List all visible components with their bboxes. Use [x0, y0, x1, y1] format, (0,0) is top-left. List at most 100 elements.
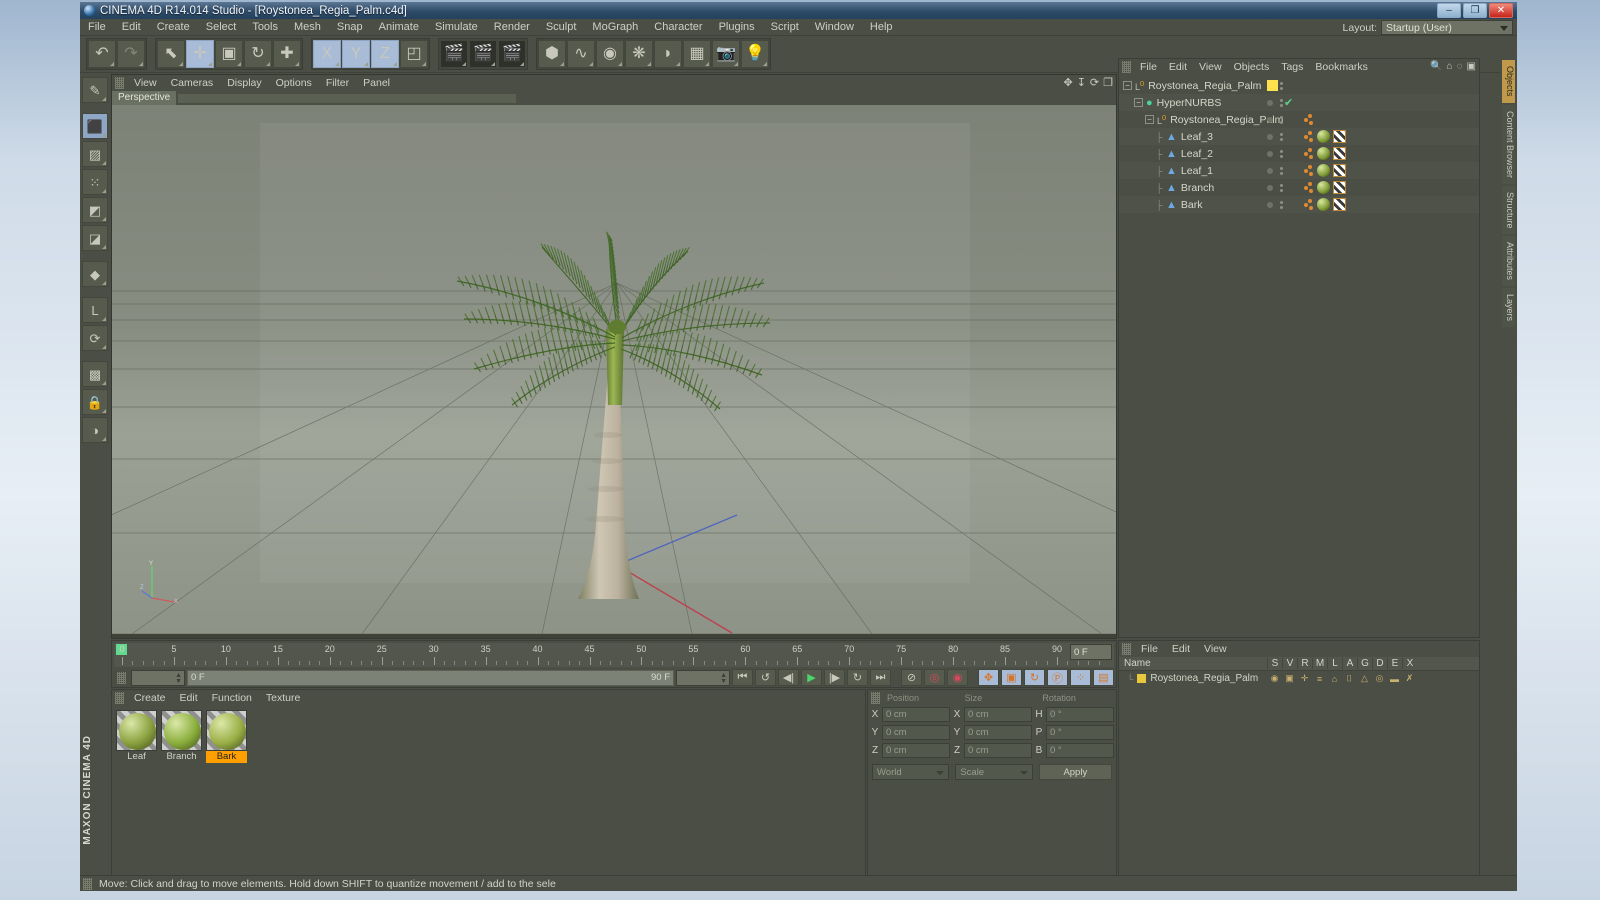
- redo-button[interactable]: ↷: [117, 40, 145, 68]
- scale-tool[interactable]: ▣: [215, 40, 243, 68]
- world-object-axis[interactable]: ◰: [400, 40, 428, 68]
- object-name[interactable]: HyperNURBS: [1157, 97, 1222, 109]
- render-visibility-dot-top[interactable]: [1280, 166, 1283, 170]
- material-tag-icon[interactable]: [1317, 198, 1330, 211]
- rotation-key-button[interactable]: ↻: [1024, 669, 1045, 686]
- material-tag-icon[interactable]: [1317, 147, 1330, 160]
- material-preview[interactable]: [161, 710, 202, 751]
- material-cell[interactable]: Bark: [206, 710, 247, 763]
- editor-visibility-dot[interactable]: [1267, 116, 1273, 123]
- menu-edit[interactable]: Edit: [114, 19, 149, 36]
- om-menu-file[interactable]: File: [1134, 59, 1163, 75]
- keyframe-selection-button[interactable]: ◉: [947, 669, 968, 686]
- previous-key-button[interactable]: ↺: [755, 669, 776, 686]
- object-manager-grip-icon[interactable]: [1122, 61, 1131, 73]
- next-key-button[interactable]: ↻: [847, 669, 868, 686]
- om-toolbar-icon-3[interactable]: ▣: [1467, 61, 1476, 72]
- material-preview[interactable]: [116, 710, 157, 751]
- object-name[interactable]: Leaf_1: [1181, 165, 1213, 177]
- render-visibility-dot-bottom[interactable]: [1280, 188, 1283, 192]
- timeline-grip-icon[interactable]: [117, 671, 126, 684]
- object-axis-button[interactable]: ◆: [82, 261, 108, 287]
- coordinate-mode-select[interactable]: Scale: [955, 764, 1033, 780]
- tag-dots-icon[interactable]: [1304, 198, 1314, 211]
- points-mode-button[interactable]: ⁙: [82, 169, 108, 195]
- editor-visibility-dot[interactable]: [1267, 133, 1273, 140]
- coordinate-system-select[interactable]: World: [872, 764, 950, 780]
- workplane-button[interactable]: ▩: [82, 361, 108, 387]
- render-visibility-dot-top[interactable]: [1280, 132, 1283, 136]
- object-row[interactable]: − ● HyperNURBS ✔: [1119, 94, 1479, 111]
- layer-flag-x[interactable]: ✗: [1402, 673, 1417, 684]
- add-camera-button[interactable]: 📷: [712, 40, 740, 68]
- render-visibility-dot-bottom[interactable]: [1280, 103, 1283, 107]
- uvw-tag-icon[interactable]: [1333, 164, 1346, 177]
- coord-position-field[interactable]: 0 cm: [882, 725, 950, 740]
- object-row[interactable]: − L0 Roystonea_Regia_Palm: [1119, 111, 1479, 128]
- menu-create[interactable]: Create: [149, 19, 198, 36]
- make-editable-button[interactable]: ✎: [82, 77, 108, 103]
- menu-character[interactable]: Character: [646, 19, 710, 36]
- material-cell[interactable]: Leaf: [116, 710, 157, 763]
- viewport-menu-view[interactable]: View: [127, 75, 164, 91]
- render-view-button[interactable]: 🎬: [440, 40, 468, 68]
- object-row[interactable]: ├ ▲ Branch: [1119, 179, 1479, 196]
- visibility-dots[interactable]: [1267, 200, 1283, 209]
- parameter-key-button[interactable]: Ⓟ: [1047, 669, 1068, 686]
- plus-tool[interactable]: ✚: [273, 40, 301, 68]
- menu-render[interactable]: Render: [486, 19, 538, 36]
- render-settings-button[interactable]: 🎬: [498, 40, 526, 68]
- x-axis-lock[interactable]: X: [313, 40, 341, 68]
- editor-visibility-dot[interactable]: [1267, 99, 1273, 106]
- om-menu-edit[interactable]: Edit: [1163, 59, 1193, 75]
- panel-grip-icon[interactable]: [115, 77, 124, 89]
- add-light-button[interactable]: 💡: [741, 40, 769, 68]
- object-name[interactable]: Leaf_3: [1181, 131, 1213, 143]
- editor-visibility-dot[interactable]: [1267, 150, 1273, 157]
- object-row[interactable]: ├ ▲ Leaf_3: [1119, 128, 1479, 145]
- z-axis-lock[interactable]: Z: [371, 40, 399, 68]
- pla-key-button[interactable]: ⁘: [1070, 669, 1091, 686]
- layer-flag-r[interactable]: ✛: [1297, 673, 1312, 684]
- uvw-tag-icon[interactable]: [1333, 147, 1346, 160]
- uvw-tag-icon[interactable]: [1333, 198, 1346, 211]
- timeline-frame-display[interactable]: 0 F: [1070, 644, 1112, 660]
- polygons-mode-button[interactable]: ◪: [82, 225, 108, 251]
- enable-axis-button[interactable]: L: [82, 297, 108, 323]
- menu-window[interactable]: Window: [807, 19, 862, 36]
- material-cell[interactable]: Branch: [161, 710, 202, 763]
- om-toolbar-icon-0[interactable]: 🔍: [1430, 61, 1442, 72]
- enable-snap-button[interactable]: ⟳: [82, 325, 108, 351]
- om-toolbar-icon-2[interactable]: ◌: [1457, 61, 1463, 72]
- viewport-menu-display[interactable]: Display: [220, 75, 268, 91]
- layer-grip-icon[interactable]: [1122, 643, 1131, 655]
- viewport-corner-icon-2[interactable]: ⟳: [1090, 76, 1099, 89]
- object-row[interactable]: ├ ▲ Leaf_1: [1119, 162, 1479, 179]
- object-name[interactable]: Roystonea_Regia_Palm: [1148, 80, 1261, 92]
- add-spline-button[interactable]: ∿: [567, 40, 595, 68]
- material-menu-edit[interactable]: Edit: [173, 690, 205, 706]
- add-scene-button[interactable]: ▦: [683, 40, 711, 68]
- material-name[interactable]: Leaf: [116, 751, 157, 763]
- material-menu-create[interactable]: Create: [127, 690, 173, 706]
- editor-visibility-dot[interactable]: [1267, 167, 1273, 174]
- timeline-scrubber[interactable]: 0 F 90 F: [187, 669, 674, 686]
- viewport-corner-icon-0[interactable]: ✥: [1063, 76, 1072, 89]
- maximize-button[interactable]: ❐: [1463, 3, 1487, 18]
- render-region-button[interactable]: 🎬: [469, 40, 497, 68]
- coord-rotation-field[interactable]: 0 °: [1046, 725, 1114, 740]
- next-frame-button[interactable]: |▶: [824, 669, 845, 686]
- coord-rotation-field[interactable]: 0 °: [1046, 743, 1114, 758]
- object-name[interactable]: Leaf_2: [1181, 148, 1213, 160]
- render-visibility-dot-top[interactable]: [1280, 81, 1283, 85]
- viewport-menu-panel[interactable]: Panel: [356, 75, 397, 91]
- add-deformer-button[interactable]: ◗: [654, 40, 682, 68]
- coord-position-field[interactable]: 0 cm: [882, 743, 950, 758]
- add-cube-button[interactable]: ⬢: [538, 40, 566, 68]
- record-active-objects-button[interactable]: ⊘: [901, 669, 922, 686]
- render-visibility-dot-top[interactable]: [1280, 183, 1283, 187]
- layer-flag-m[interactable]: ≡: [1312, 674, 1327, 684]
- object-row[interactable]: ├ ▲ Leaf_2: [1119, 145, 1479, 162]
- y-axis-lock[interactable]: Y: [342, 40, 370, 68]
- render-visibility-dot-bottom[interactable]: [1280, 86, 1283, 90]
